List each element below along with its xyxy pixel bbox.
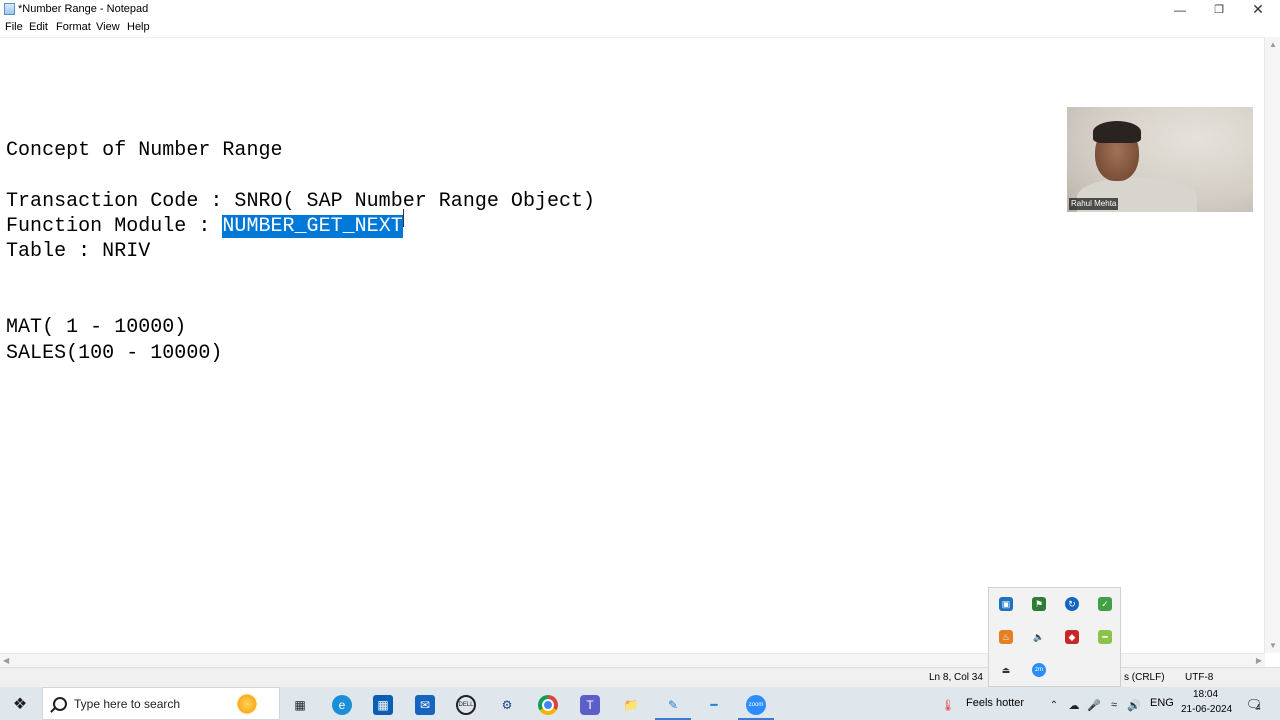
shield-icon[interactable]: ⚑ — [1032, 597, 1046, 611]
settings-app-icon[interactable]: ⚙ — [497, 695, 517, 715]
sync-icon[interactable]: ↻ — [1065, 597, 1079, 611]
clock-date[interactable]: 21-06-2024 — [1181, 704, 1232, 715]
text-line: SALES(100 - 10000) — [6, 342, 223, 365]
window-title: *Number Range - Notepad — [18, 3, 149, 15]
language-indicator[interactable]: ENG — [1150, 697, 1174, 709]
mail-icon[interactable]: ✉ — [415, 695, 435, 715]
sap-logon-icon[interactable]: ━ — [704, 695, 724, 715]
taskbar-search[interactable]: Type here to search — [42, 687, 280, 720]
menu-edit[interactable]: Edit — [29, 21, 48, 33]
network-cloud-icon[interactable]: ☁ — [1064, 695, 1084, 715]
edge-icon[interactable]: e — [332, 695, 352, 715]
line-ending: s (CRLF) — [1124, 672, 1165, 683]
search-icon — [53, 697, 67, 711]
tray-overflow-popup: ▣ ⚑ ↻ ✓ ♨ 🔈 ◆ ━ ⏏ zm — [988, 587, 1121, 687]
microphone-icon[interactable]: 🎤 — [1084, 695, 1104, 715]
scroll-down-icon[interactable]: ▼ — [1269, 641, 1277, 650]
notepad-icon — [4, 3, 15, 15]
menu-view[interactable]: View — [96, 21, 120, 33]
wifi-icon[interactable]: ≈ — [1104, 695, 1124, 715]
close-button[interactable]: ✕ — [1239, 0, 1277, 19]
text-line: Concept of Number Range — [6, 139, 283, 162]
menu-format[interactable]: Format — [56, 21, 91, 33]
text-line: MAT( 1 - 10000) — [6, 316, 187, 339]
vertical-scrollbar[interactable]: ▲ ▼ — [1264, 37, 1280, 653]
search-placeholder: Type here to search — [74, 697, 181, 711]
dell-icon[interactable]: DELL — [456, 695, 476, 715]
text-line: Table : NRIV — [6, 240, 151, 263]
participant-hair — [1093, 121, 1141, 143]
task-view-icon[interactable]: ▦ — [290, 695, 310, 715]
speaker-icon[interactable]: 🔈 — [1032, 630, 1046, 644]
store-icon[interactable]: ▦ — [373, 695, 393, 715]
restore-icon: ❐ — [1214, 4, 1224, 16]
menu-file[interactable]: File — [5, 21, 23, 33]
encoding: UTF-8 — [1185, 672, 1214, 683]
selected-text: NUMBER_GET_NEXT — [222, 215, 403, 238]
notepad-taskbar-icon[interactable]: ✎ — [663, 695, 683, 715]
weather-thermometer-icon[interactable]: 🌡 — [938, 695, 958, 715]
text-line: Function Module : NUMBER_GET_NEXT — [6, 215, 403, 238]
scroll-left-icon[interactable]: ◀ — [3, 656, 9, 665]
scroll-right-icon[interactable]: ▶ — [1256, 656, 1262, 665]
close-icon: ✕ — [1252, 1, 1264, 17]
windows-start-icon[interactable]: ❖ — [10, 694, 30, 714]
chrome-icon[interactable] — [538, 695, 558, 715]
title-bar: *Number Range - Notepad — ❐ ✕ — [0, 0, 1280, 19]
scroll-up-icon[interactable]: ▲ — [1269, 40, 1277, 49]
video-thumbnail[interactable]: Rahul Mehta — [1067, 107, 1253, 212]
menu-bar: File Edit Format View Help — [0, 19, 1280, 37]
zoom-taskbar-icon[interactable]: zoom — [746, 695, 766, 715]
cursor-position: Ln 8, Col 34 — [929, 672, 983, 683]
minimize-icon: — — [1174, 2, 1186, 17]
restore-button[interactable]: ❐ — [1200, 0, 1238, 19]
text-line: Transaction Code : SNRO( SAP Number Rang… — [6, 190, 596, 213]
usb-icon[interactable]: ⏏ — [999, 663, 1013, 677]
minimize-button[interactable]: — — [1161, 0, 1199, 19]
clock-time[interactable]: 18:04 — [1193, 689, 1218, 700]
menu-help[interactable]: Help — [127, 21, 150, 33]
file-explorer-icon[interactable]: 📁 — [621, 695, 641, 715]
antivirus-icon[interactable]: ◆ — [1065, 630, 1079, 644]
zoom-icon[interactable]: zm — [1032, 663, 1046, 677]
weather-sun-icon — [235, 692, 259, 716]
tray-app-icon[interactable]: ▣ — [999, 597, 1013, 611]
weather-text[interactable]: Feels hotter — [966, 697, 1024, 709]
chevron-up-icon[interactable]: ⌃ — [1044, 695, 1064, 715]
volume-icon[interactable]: 🔊 — [1124, 695, 1144, 715]
text-segment: Function Module : — [6, 215, 223, 238]
notification-icon[interactable]: 🗨 — [1244, 695, 1264, 715]
sap-icon[interactable]: ━ — [1098, 630, 1112, 644]
security-check-icon[interactable]: ✓ — [1098, 597, 1112, 611]
text-cursor — [403, 209, 404, 227]
notification-count: 4 — [1256, 703, 1261, 712]
taskbar: ❖ Type here to search ▦ e ▦ ✉ DELL ⚙ T 📁… — [0, 687, 1280, 720]
teams-icon[interactable]: T — [580, 695, 600, 715]
java-icon[interactable]: ♨ — [999, 630, 1013, 644]
participant-name: Rahul Mehta — [1069, 198, 1119, 210]
